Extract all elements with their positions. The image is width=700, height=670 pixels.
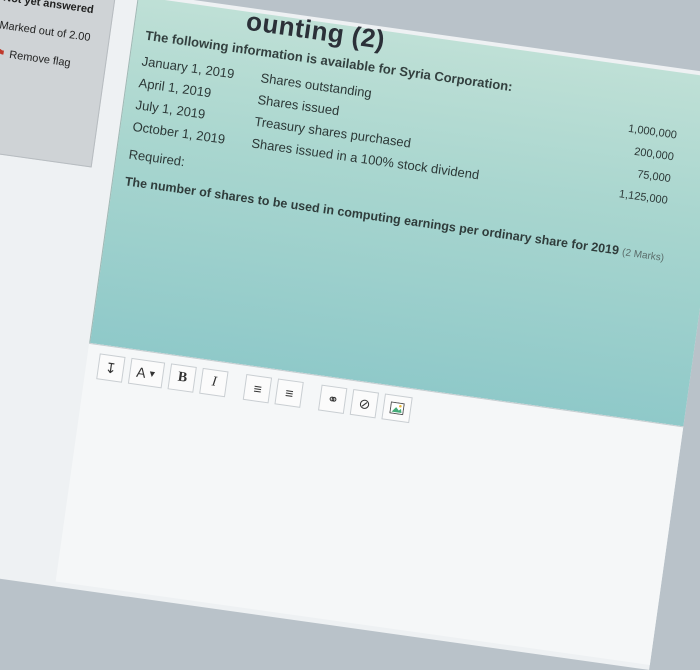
unlink-button[interactable]: ⊘ — [349, 389, 380, 419]
toggle-toolbar-button[interactable]: ↧ — [96, 353, 126, 383]
italic-label: I — [210, 374, 218, 390]
bullet-list-icon: ≡ — [252, 380, 263, 398]
bold-label: B — [176, 369, 189, 386]
caret-down-icon: ▼ — [147, 368, 158, 380]
link-button[interactable]: ⚭ — [318, 384, 348, 414]
bold-button[interactable]: B — [167, 363, 198, 393]
numbered-list-icon: ≡ — [284, 384, 295, 402]
image-icon — [389, 401, 406, 416]
bullet-list-button[interactable]: ≡ — [243, 374, 273, 404]
insert-image-button[interactable] — [381, 393, 413, 424]
font-style-label: A — [135, 363, 147, 381]
remove-flag-label: Remove flag — [8, 48, 72, 69]
marks-info: Marked out of 2.00 — [0, 19, 92, 44]
unlink-icon: ⊘ — [357, 394, 372, 412]
question-info-panel: Not yet answered Marked out of 2.00 ⚑ Re… — [0, 0, 116, 168]
remove-flag-link[interactable]: ⚑ Remove flag — [0, 46, 98, 73]
flag-icon: ⚑ — [0, 47, 7, 61]
answer-status: Not yet answered — [2, 0, 95, 17]
required-label: Required: — [127, 146, 186, 170]
toolbar-divider — [233, 385, 239, 386]
italic-button[interactable]: I — [199, 367, 229, 398]
link-icon: ⚭ — [326, 390, 340, 408]
numbered-list-button[interactable]: ≡ — [274, 378, 305, 408]
marks-note: (2 Marks) — [621, 247, 665, 264]
toolbar-divider — [308, 396, 314, 397]
expand-arrow-icon: ↧ — [104, 358, 118, 377]
screen: Not yet answered Marked out of 2.00 ⚑ Re… — [0, 0, 700, 670]
font-style-button[interactable]: A ▼ — [127, 357, 166, 389]
